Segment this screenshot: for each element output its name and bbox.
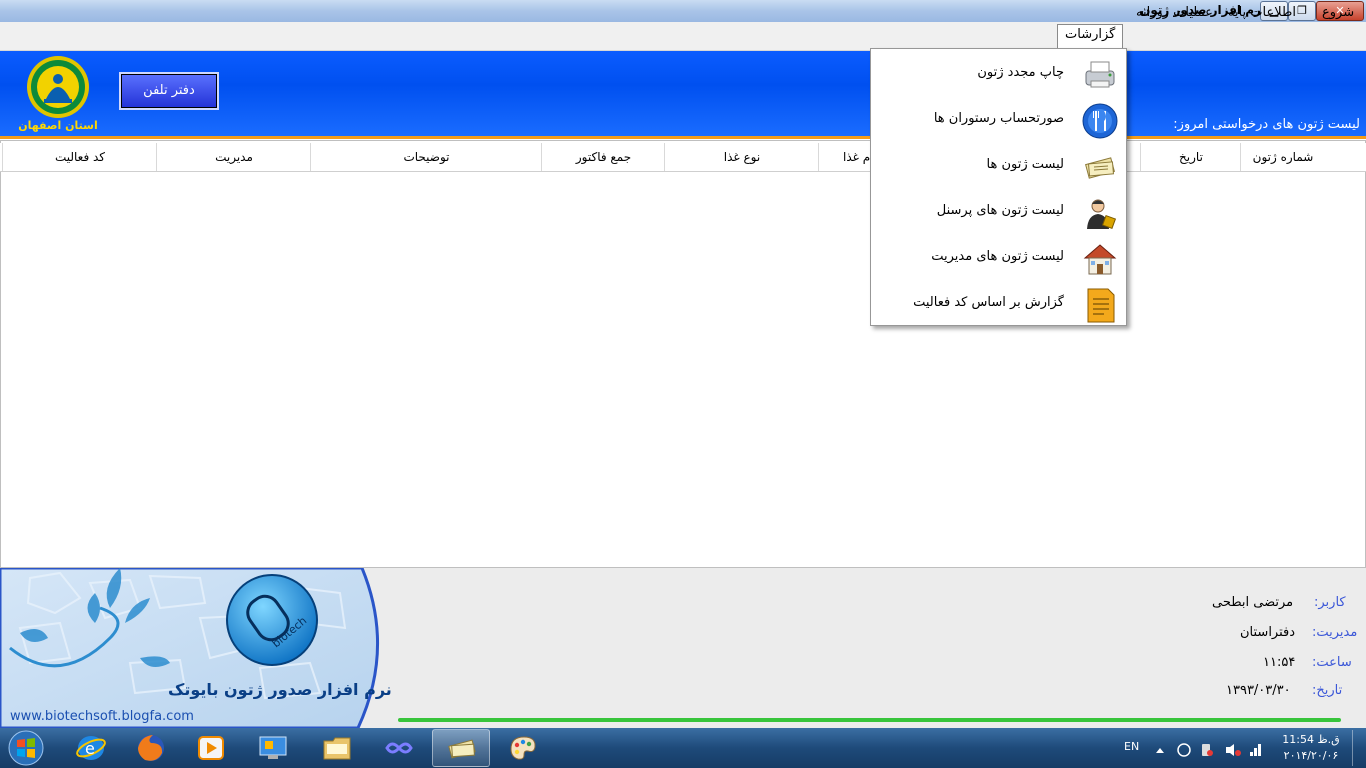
- user-value: مرتضی ابطحی: [1212, 595, 1294, 610]
- menu-reports[interactable]: گزارشات: [1057, 24, 1124, 48]
- time-value: ۱۱:۵۴: [1263, 655, 1296, 670]
- menu-base-info[interactable]: اطلاعات پایه: [1228, 5, 1296, 20]
- file-explorer-icon: [323, 737, 351, 760]
- menu-start[interactable]: شروع: [1322, 5, 1354, 20]
- menu-item-label: گزارش بر اساس کد فعالیت: [913, 295, 1064, 310]
- menu-item-label: لیست ژتون های مدیریت: [931, 249, 1064, 264]
- col-description[interactable]: توضیحات: [310, 143, 542, 171]
- show-desktop-button[interactable]: [1352, 730, 1365, 766]
- taskbar-paint[interactable]: [494, 729, 552, 767]
- volume-icon[interactable]: [1226, 744, 1234, 756]
- brand-panel: biotech: [0, 568, 379, 728]
- tickets-icon: [1085, 157, 1115, 179]
- logo-caption: استان اصفهان: [18, 119, 98, 132]
- taskbar-file-explorer[interactable]: [308, 729, 366, 767]
- menu-bar: [0, 22, 1366, 51]
- col-management[interactable]: مدیریت: [156, 143, 311, 171]
- department-value: دفتراستان: [1240, 625, 1296, 640]
- personnel-icon: [1087, 199, 1117, 230]
- brand-title: نرم افزار صدور ژتون بایوتک: [168, 680, 392, 699]
- col-ticket-number[interactable]: شماره ژتون: [1240, 143, 1325, 171]
- system-tray: [1156, 743, 1261, 757]
- col-invoice-total[interactable]: جمع فاکتور: [541, 143, 665, 171]
- start-button-icon[interactable]: [4, 730, 48, 766]
- progress-bar: [398, 718, 1341, 722]
- safely-remove-icon[interactable]: [1177, 743, 1191, 757]
- grid-header: شماره ژتون تاریخ نام غذا نوع غذا جمع فاک…: [0, 143, 1366, 172]
- menu-daily-ops[interactable]: عملیات روزانه: [1136, 5, 1213, 20]
- date-value: ۱۳۹۳/۰۳/۳۰: [1226, 683, 1291, 698]
- language-indicator[interactable]: EN: [1124, 740, 1139, 753]
- restaurant-icon: [1082, 103, 1118, 139]
- taskbar-ticket-app[interactable]: [432, 729, 490, 767]
- brand-url: www.biotechsoft.blogfa.com: [10, 709, 194, 724]
- printer-icon: [1085, 61, 1115, 88]
- date-label: تاریخ:: [1312, 683, 1343, 698]
- taskbar-remote-desktop[interactable]: [244, 729, 302, 767]
- menu-item-management-tickets[interactable]: لیست ژتون های مدیریت: [871, 235, 1126, 281]
- house-icon: [1083, 244, 1117, 275]
- user-label: کاربر:: [1314, 595, 1346, 610]
- document-icon: [1087, 288, 1115, 323]
- tray-expand-icon[interactable]: [1156, 748, 1164, 753]
- col-food-type[interactable]: نوع غذا: [664, 143, 819, 171]
- paint-icon: [510, 736, 536, 760]
- banner-divider: [0, 136, 1366, 139]
- col-date[interactable]: تاریخ: [1140, 143, 1241, 171]
- ie-icon: e: [76, 736, 106, 760]
- menu-item-label: لیست ژتون ها: [986, 157, 1065, 172]
- menu-item-ticket-list[interactable]: لیست ژتون ها: [871, 143, 1126, 189]
- menu-item-label: چاپ مجدد ژتون: [977, 65, 1064, 80]
- menu-item-reprint-ticket[interactable]: چاپ مجدد ژتون: [871, 51, 1126, 97]
- clock-time[interactable]: ق.ظ 11:54: [1280, 733, 1342, 746]
- infinity-app-icon: [385, 742, 413, 754]
- menu-item-restaurant-bills[interactable]: صورتحساب رستوران ها: [871, 97, 1126, 143]
- ticket-app-icon: [448, 739, 476, 759]
- menu-item-activity-code-report[interactable]: گزارش بر اساس کد فعالیت: [871, 281, 1126, 327]
- taskbar-firefox[interactable]: [122, 729, 180, 767]
- taskbar-ie[interactable]: e: [62, 729, 120, 767]
- menu-item-label: لیست ژتون های پرسنل: [936, 203, 1064, 218]
- time-label: ساعت:: [1312, 655, 1352, 670]
- taskbar-infinity-app[interactable]: [370, 729, 428, 767]
- network-icon[interactable]: [1250, 752, 1253, 756]
- clock-date[interactable]: ۲۰۱۴/۲۰/۰۶: [1280, 749, 1342, 762]
- firefox-icon: [138, 735, 164, 761]
- today-list-label: لیست ژتون های درخواستی امروز:: [1173, 117, 1360, 132]
- reports-dropdown: چاپ مجدد ژتون صورتحساب رستوران ها لیست ژ…: [870, 48, 1127, 326]
- col-activity-code[interactable]: کد فعالیت: [2, 143, 157, 171]
- phonebook-button[interactable]: دفتر تلفن: [119, 72, 219, 110]
- menu-item-personnel-tickets[interactable]: لیست ژتون های پرسنل: [871, 189, 1126, 235]
- remote-desktop-icon: [259, 736, 287, 759]
- taskbar-media-player[interactable]: [182, 729, 240, 767]
- tickets-grid[interactable]: [0, 140, 1366, 568]
- department-label: مدیریت:: [1312, 625, 1358, 640]
- media-player-icon: [198, 736, 224, 760]
- menu-item-label: صورتحساب رستوران ها: [933, 111, 1064, 126]
- svg-text:e: e: [85, 739, 95, 758]
